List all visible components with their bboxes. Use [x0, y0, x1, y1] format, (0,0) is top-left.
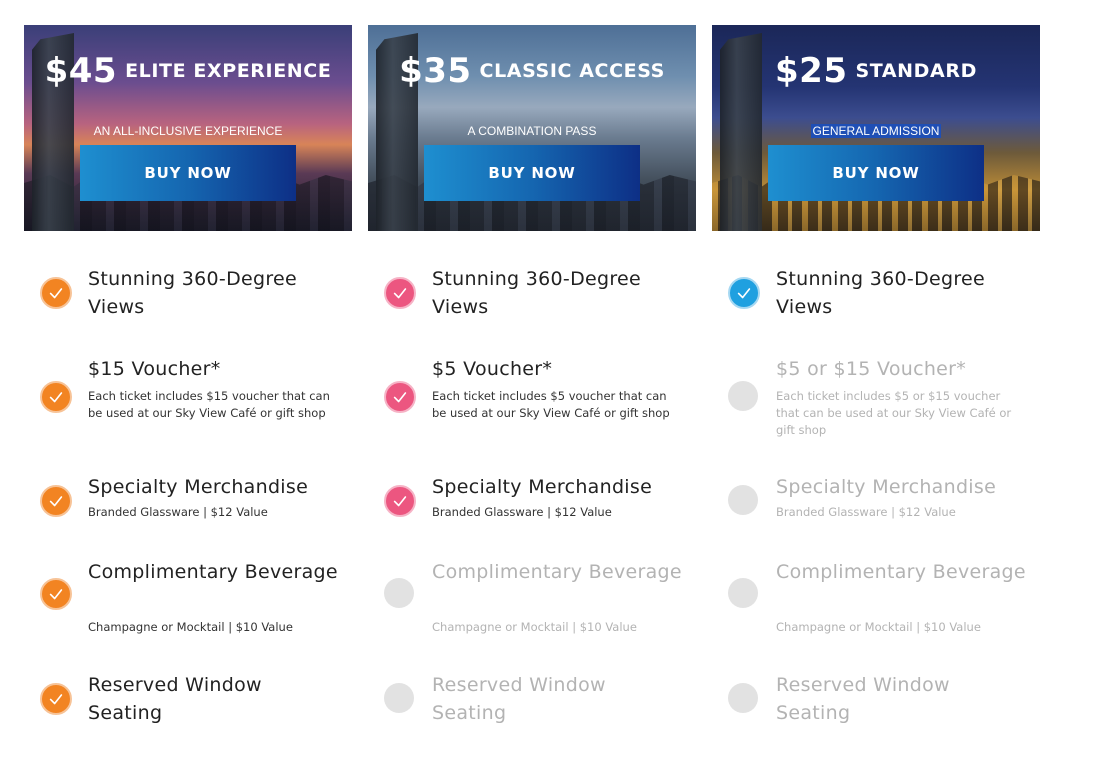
tier-price: $25 [775, 51, 848, 91]
tier-name: ELITE EXPERIENCE [125, 60, 332, 82]
feature-title: $5 or $15 Voucher* [776, 358, 967, 380]
empty-circle-icon [728, 381, 758, 411]
tier-hero-standard: $25 STANDARD GENERAL ADMISSION BUY NOW [712, 25, 1040, 231]
tier-column-elite: $45 ELITE EXPERIENCE AN ALL-INCLUSIVE EXP… [24, 25, 352, 724]
feature-title: Reserved Window Seating [88, 674, 262, 724]
feature-title: Specialty Merchandise [776, 476, 997, 498]
check-icon [728, 277, 760, 309]
feature-title: Stunning 360-Degree Views [776, 268, 986, 318]
empty-circle-icon [384, 683, 414, 713]
check-icon [384, 277, 416, 309]
feature-title: Stunning 360-Degree Views [88, 268, 298, 318]
feature-title: Reserved Window Seating [432, 674, 606, 724]
feature-title: Complimentary Beverage [776, 561, 1026, 583]
check-icon [40, 381, 72, 413]
tier-headline: $35 CLASSIC ACCESS [368, 51, 696, 91]
feature-title: Complimentary Beverage [88, 561, 338, 583]
feature-description: Branded Glassware | $12 Value [432, 505, 612, 519]
feature-description: Each ticket includes $5 voucher that can… [432, 389, 670, 420]
check-icon [40, 578, 72, 610]
tier-name: CLASSIC ACCESS [479, 60, 665, 82]
buy-now-button[interactable]: BUY NOW [424, 145, 640, 201]
tier-headline: $45 ELITE EXPERIENCE [24, 51, 352, 91]
tier-hero-elite: $45 ELITE EXPERIENCE AN ALL-INCLUSIVE EXP… [24, 25, 352, 231]
feature-description: Champagne or Mocktail | $10 Value [432, 620, 637, 634]
tier-column-standard: $25 STANDARD GENERAL ADMISSION BUY NOW St… [712, 25, 1040, 724]
tier-hero-classic: $35 CLASSIC ACCESS A COMBINATION PASS BUY… [368, 25, 696, 231]
feature-description: Champagne or Mocktail | $10 Value [776, 620, 981, 634]
empty-circle-icon [728, 485, 758, 515]
feature-description: Each ticket includes $5 or $15 voucher t… [776, 389, 1012, 437]
check-icon [384, 485, 416, 517]
buy-now-button[interactable]: BUY NOW [80, 145, 296, 201]
check-icon [384, 381, 416, 413]
feature-title: $15 Voucher* [88, 358, 221, 380]
check-icon [40, 277, 72, 309]
buy-now-button[interactable]: BUY NOW [768, 145, 984, 201]
empty-circle-icon [728, 578, 758, 608]
tier-column-classic: $35 CLASSIC ACCESS A COMBINATION PASS BUY… [368, 25, 696, 724]
feature-description: Branded Glassware | $12 Value [88, 505, 268, 519]
tier-headline: $25 STANDARD [712, 51, 1040, 91]
feature-description: Each ticket includes $15 voucher that ca… [88, 389, 330, 420]
feature-title: Complimentary Beverage [432, 561, 682, 583]
tier-subtitle: GENERAL ADMISSION [810, 124, 942, 138]
feature-title: $5 Voucher* [432, 358, 553, 380]
feature-title: Specialty Merchandise [432, 476, 653, 498]
tier-price: $45 [44, 51, 118, 91]
feature-title: Stunning 360-Degree Views [432, 268, 642, 318]
check-icon [40, 485, 72, 517]
empty-circle-icon [728, 683, 758, 713]
feature-title: Specialty Merchandise [88, 476, 309, 498]
check-icon [40, 683, 72, 715]
feature-description: Champagne or Mocktail | $10 Value [88, 620, 293, 634]
feature-title: Reserved Window Seating [776, 674, 950, 724]
tier-subtitle: A COMBINATION PASS [467, 124, 597, 138]
tier-price: $35 [399, 51, 472, 91]
feature-description: Branded Glassware | $12 Value [776, 505, 956, 519]
empty-circle-icon [384, 578, 414, 608]
tier-subtitle: AN ALL-INCLUSIVE EXPERIENCE [93, 124, 283, 138]
tier-name: STANDARD [855, 60, 977, 82]
